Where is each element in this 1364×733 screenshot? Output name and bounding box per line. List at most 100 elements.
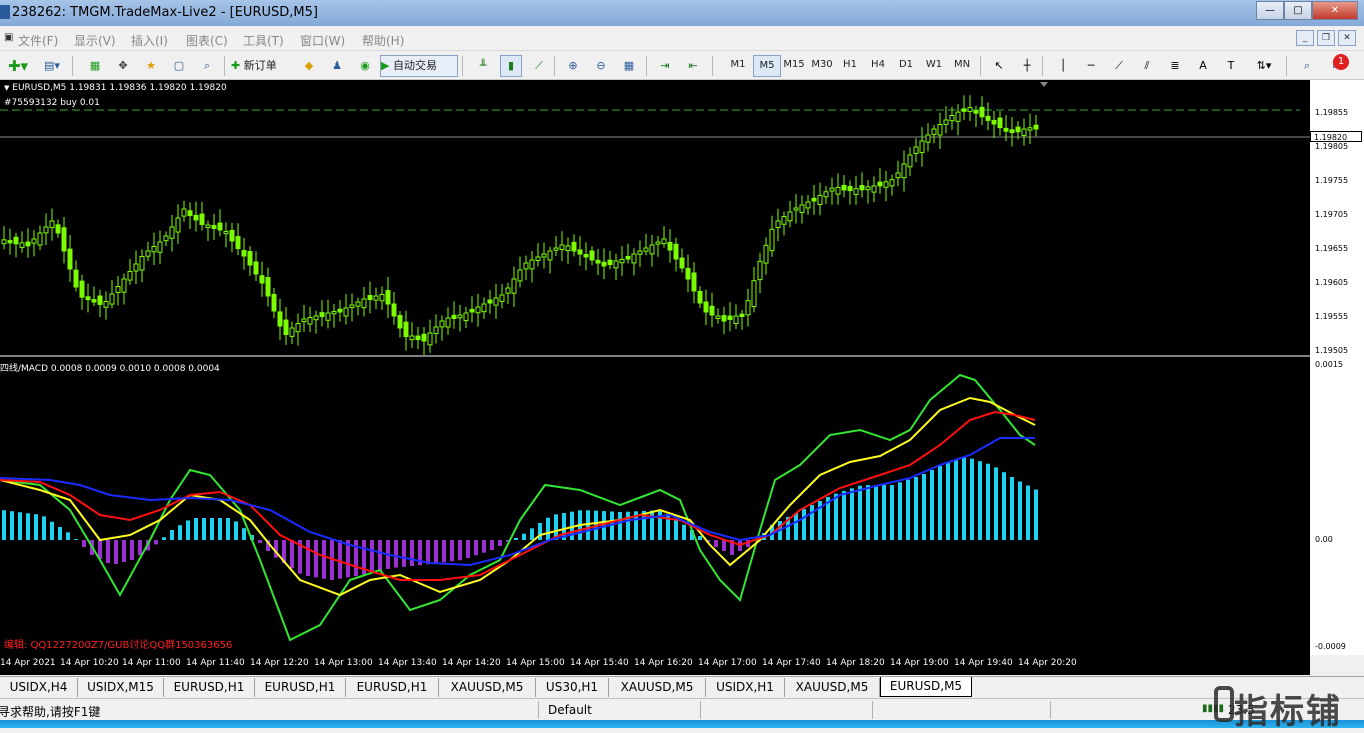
- strategy-tester-icon[interactable]: ⌕: [196, 55, 218, 77]
- menu-file[interactable]: 文件(F): [18, 32, 58, 49]
- mdi-restore-button[interactable]: ❐: [1317, 30, 1335, 46]
- notification-badge[interactable]: 1: [1333, 54, 1349, 70]
- tab-us30-h1[interactable]: US30,H1: [536, 678, 609, 697]
- candle-body: [253, 261, 259, 275]
- macd-bar: [994, 467, 998, 540]
- auto-scroll-icon[interactable]: ⇥: [654, 55, 676, 77]
- candle-body: [439, 320, 445, 328]
- candle-body: [379, 294, 385, 302]
- tab-usidx-h4[interactable]: USIDX,H4: [0, 678, 78, 697]
- horizontal-line-icon[interactable]: ─: [1080, 55, 1102, 77]
- timeframe-m5[interactable]: M5: [753, 55, 781, 77]
- taskbar-strip: [0, 720, 1364, 728]
- new-order-button[interactable]: ✚ 新订单: [230, 55, 294, 77]
- data-window-icon[interactable]: ✥: [112, 55, 134, 77]
- vertical-line-icon[interactable]: │: [1052, 55, 1074, 77]
- tab-eurusd-m5[interactable]: EURUSD,M5: [880, 677, 972, 697]
- tab-xauusd-m5[interactable]: XAUUSD,M5: [785, 678, 880, 697]
- zoom-in-icon[interactable]: ⊕: [562, 55, 584, 77]
- search-icon[interactable]: ⌕: [1296, 55, 1318, 77]
- profiles-icon[interactable]: ▤▾: [36, 55, 68, 77]
- macd-bar: [1018, 481, 1022, 540]
- macd-bar: [490, 540, 494, 550]
- menu-tools[interactable]: 工具(T): [243, 32, 284, 49]
- candle-body: [391, 303, 397, 317]
- tile-windows-icon[interactable]: ▦: [618, 55, 640, 77]
- price-tick: 1.19705: [1315, 210, 1349, 219]
- timeframe-m1[interactable]: M1: [725, 55, 751, 75]
- text-label-icon[interactable]: T: [1220, 55, 1242, 77]
- tab-xauusd-m5[interactable]: XAUUSD,M5: [609, 678, 706, 697]
- timeframe-m15[interactable]: M15: [781, 55, 807, 75]
- macd-bar: [794, 513, 798, 540]
- chart-shift-icon[interactable]: ⇤: [682, 55, 704, 77]
- auto-trading-icon: ▶: [381, 59, 390, 72]
- signals-icon[interactable]: ♟: [326, 55, 348, 77]
- macd-bar: [970, 458, 974, 540]
- timeframe-h1[interactable]: H1: [837, 55, 863, 75]
- date-tick: 14 Apr 16:20: [634, 658, 693, 668]
- candle-body: [61, 227, 67, 252]
- menu-insert[interactable]: 插入(I): [131, 32, 168, 49]
- macd-bar: [530, 528, 534, 540]
- candle-body: [841, 184, 847, 191]
- candle-body: [907, 154, 913, 168]
- zoom-out-icon[interactable]: ⊖: [590, 55, 612, 77]
- menu-window[interactable]: 窗口(W): [300, 32, 345, 49]
- trendline-icon[interactable]: ⟋: [1108, 55, 1130, 77]
- chart-menu-icon[interactable]: ▣: [4, 32, 13, 43]
- meta-editor-icon[interactable]: ◆: [298, 55, 320, 77]
- candle-body: [259, 275, 265, 284]
- tab-eurusd-h1[interactable]: EURUSD,H1: [255, 678, 346, 697]
- text-icon[interactable]: A: [1192, 55, 1214, 77]
- crosshair-icon[interactable]: ┼: [1016, 55, 1038, 77]
- tab-eurusd-h1[interactable]: EURUSD,H1: [164, 678, 255, 697]
- chart-area[interactable]: ▼ EURUSD,M5 1.19831 1.19836 1.19820 1.19…: [0, 80, 1310, 655]
- candle-body: [241, 249, 247, 257]
- timeframe-m30[interactable]: M30: [809, 55, 835, 75]
- menu-help[interactable]: 帮助(H): [362, 32, 404, 49]
- menu-charts[interactable]: 图表(C): [186, 32, 228, 49]
- candle-body: [103, 301, 109, 308]
- timeframe-w1[interactable]: W1: [921, 55, 947, 75]
- terminal-icon[interactable]: ▢: [168, 55, 190, 77]
- tab-usidx-m15[interactable]: USIDX,M15: [78, 678, 164, 697]
- vps-icon[interactable]: ◉: [354, 55, 376, 77]
- minimize-button[interactable]: —: [1256, 1, 1284, 20]
- candle-body: [427, 332, 433, 346]
- mdi-minimize-button[interactable]: _: [1296, 30, 1314, 46]
- tab-eurusd-h1[interactable]: EURUSD,H1: [346, 678, 439, 697]
- menu-view[interactable]: 显示(V): [74, 32, 116, 49]
- channel-icon[interactable]: ⫽: [1136, 55, 1158, 77]
- candle-body: [865, 186, 871, 191]
- tab-usidx-h1[interactable]: USIDX,H1: [706, 678, 785, 697]
- mdi-close-button[interactable]: ✕: [1338, 30, 1356, 46]
- bar-chart-icon[interactable]: ╨: [472, 55, 494, 77]
- candle-body: [175, 217, 181, 233]
- candlestick-icon[interactable]: ▮: [500, 55, 522, 77]
- timeframe-mn[interactable]: MN: [949, 55, 975, 75]
- date-tick: 14 Apr 18:20: [826, 658, 885, 668]
- cursor-icon[interactable]: ↖: [988, 55, 1010, 77]
- market-watch-icon[interactable]: ▦: [84, 55, 106, 77]
- close-button[interactable]: ✕: [1312, 1, 1358, 20]
- collapse-triangle-icon[interactable]: ▼: [4, 84, 9, 92]
- candle-body: [559, 244, 565, 250]
- navigator-icon[interactable]: ★: [140, 55, 162, 77]
- candle-body: [91, 299, 97, 303]
- timeframe-d1[interactable]: D1: [893, 55, 919, 75]
- auto-trading-button[interactable]: ▶ 自动交易: [380, 55, 458, 77]
- timeframe-h4[interactable]: H4: [865, 55, 891, 75]
- macd-bar: [370, 540, 374, 573]
- new-chart-icon[interactable]: ✚▾: [2, 55, 34, 77]
- line-chart-icon[interactable]: ⟋: [528, 55, 550, 77]
- maximize-button[interactable]: □: [1284, 1, 1312, 20]
- fibonacci-icon[interactable]: ≣: [1164, 55, 1186, 77]
- macd-bar: [954, 459, 958, 540]
- macd-bar: [178, 525, 182, 540]
- macd-bar: [82, 540, 86, 547]
- date-tick: 14 Apr 13:00: [314, 658, 373, 668]
- arrows-icon[interactable]: ⇅▾: [1248, 55, 1280, 77]
- tab-xauusd-m5[interactable]: XAUUSD,M5: [439, 678, 536, 697]
- candle-body: [889, 179, 895, 187]
